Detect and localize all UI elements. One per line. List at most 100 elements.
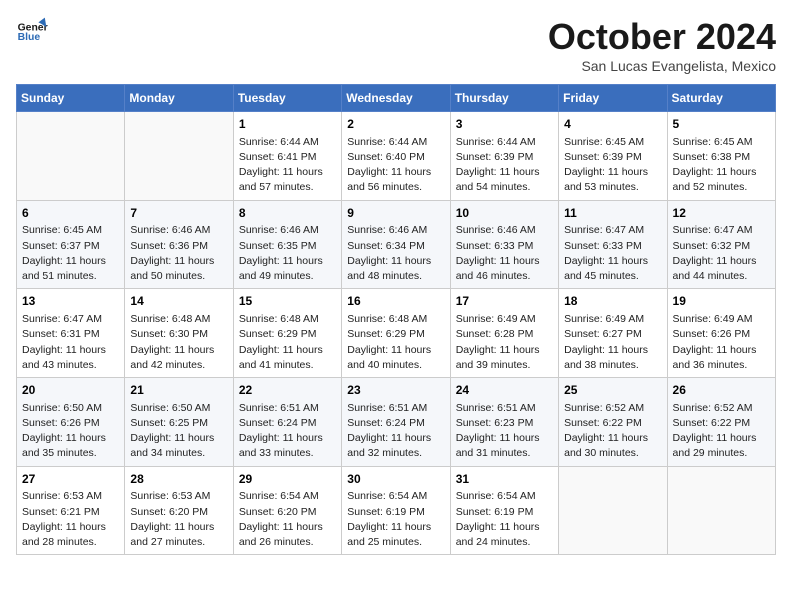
day-info: Sunrise: 6:50 AM Sunset: 6:26 PM Dayligh…: [22, 401, 119, 462]
calendar-cell: 31Sunrise: 6:54 AM Sunset: 6:19 PM Dayli…: [450, 466, 558, 555]
day-number: 13: [22, 293, 119, 310]
calendar-cell: [125, 112, 233, 201]
day-number: 21: [130, 382, 227, 399]
calendar-cell: 27Sunrise: 6:53 AM Sunset: 6:21 PM Dayli…: [17, 466, 125, 555]
day-info: Sunrise: 6:45 AM Sunset: 6:39 PM Dayligh…: [564, 135, 661, 196]
day-number: 11: [564, 205, 661, 222]
day-info: Sunrise: 6:53 AM Sunset: 6:20 PM Dayligh…: [130, 489, 227, 550]
day-number: 15: [239, 293, 336, 310]
day-info: Sunrise: 6:48 AM Sunset: 6:29 PM Dayligh…: [347, 312, 444, 373]
week-row-3: 13Sunrise: 6:47 AM Sunset: 6:31 PM Dayli…: [17, 289, 776, 378]
day-number: 27: [22, 471, 119, 488]
logo: General Blue: [16, 16, 48, 48]
day-number: 8: [239, 205, 336, 222]
col-thursday: Thursday: [450, 85, 558, 112]
week-row-5: 27Sunrise: 6:53 AM Sunset: 6:21 PM Dayli…: [17, 466, 776, 555]
calendar-cell: 4 Sunrise: 6:45 AM Sunset: 6:39 PM Daylig…: [559, 112, 667, 201]
day-info: Sunrise: 6:49 AM Sunset: 6:28 PM Dayligh…: [456, 312, 553, 373]
day-info: Sunrise: 6:47 AM Sunset: 6:33 PM Dayligh…: [564, 223, 661, 284]
day-info: Sunrise: 6:54 AM Sunset: 6:19 PM Dayligh…: [456, 489, 553, 550]
day-number: 4: [564, 116, 661, 133]
week-row-2: 6Sunrise: 6:45 AM Sunset: 6:37 PM Daylig…: [17, 200, 776, 289]
calendar-cell: 8Sunrise: 6:46 AM Sunset: 6:35 PM Daylig…: [233, 200, 341, 289]
calendar-body: 1Sunrise: 6:44 AM Sunset: 6:41 PM Daylig…: [17, 112, 776, 555]
day-number: 10: [456, 205, 553, 222]
calendar-cell: [559, 466, 667, 555]
day-info: Sunrise: 6:46 AM Sunset: 6:36 PM Dayligh…: [130, 223, 227, 284]
day-info: Sunrise: 6:51 AM Sunset: 6:24 PM Dayligh…: [347, 401, 444, 462]
day-info: Sunrise: 6:46 AM Sunset: 6:33 PM Dayligh…: [456, 223, 553, 284]
col-sunday: Sunday: [17, 85, 125, 112]
day-number: 5: [673, 116, 770, 133]
calendar-cell: 19Sunrise: 6:49 AM Sunset: 6:26 PM Dayli…: [667, 289, 775, 378]
calendar-cell: [17, 112, 125, 201]
day-info: Sunrise: 6:48 AM Sunset: 6:30 PM Dayligh…: [130, 312, 227, 373]
day-info: Sunrise: 6:45 AM Sunset: 6:37 PM Dayligh…: [22, 223, 119, 284]
calendar-cell: 14 Sunrise: 6:48 AM Sunset: 6:30 PM Dayli…: [125, 289, 233, 378]
day-info: Sunrise: 6:52 AM Sunset: 6:22 PM Dayligh…: [564, 401, 661, 462]
calendar-cell: 1Sunrise: 6:44 AM Sunset: 6:41 PM Daylig…: [233, 112, 341, 201]
day-number: 16: [347, 293, 444, 310]
day-number: 29: [239, 471, 336, 488]
calendar-cell: 23 Sunrise: 6:51 AM Sunset: 6:24 PM Dayli…: [342, 378, 450, 467]
location-subtitle: San Lucas Evangelista, Mexico: [548, 58, 776, 74]
day-info: Sunrise: 6:54 AM Sunset: 6:19 PM Dayligh…: [347, 489, 444, 550]
col-wednesday: Wednesday: [342, 85, 450, 112]
calendar-cell: 29Sunrise: 6:54 AM Sunset: 6:20 PM Dayli…: [233, 466, 341, 555]
day-info: Sunrise: 6:49 AM Sunset: 6:27 PM Dayligh…: [564, 312, 661, 373]
calendar-cell: 11Sunrise: 6:47 AM Sunset: 6:33 PM Dayli…: [559, 200, 667, 289]
calendar-cell: 2 Sunrise: 6:44 AM Sunset: 6:40 PM Daylig…: [342, 112, 450, 201]
day-number: 9: [347, 205, 444, 222]
calendar-cell: 30Sunrise: 6:54 AM Sunset: 6:19 PM Dayli…: [342, 466, 450, 555]
day-info: Sunrise: 6:51 AM Sunset: 6:24 PM Dayligh…: [239, 401, 336, 462]
calendar-cell: 7Sunrise: 6:46 AM Sunset: 6:36 PM Daylig…: [125, 200, 233, 289]
day-info: Sunrise: 6:44 AM Sunset: 6:41 PM Dayligh…: [239, 135, 336, 196]
calendar-cell: 5 Sunrise: 6:45 AM Sunset: 6:38 PM Daylig…: [667, 112, 775, 201]
day-number: 3: [456, 116, 553, 133]
calendar-table: Sunday Monday Tuesday Wednesday Thursday…: [16, 84, 776, 555]
col-saturday: Saturday: [667, 85, 775, 112]
calendar-cell: 3 Sunrise: 6:44 AM Sunset: 6:39 PM Daylig…: [450, 112, 558, 201]
calendar-cell: 20Sunrise: 6:50 AM Sunset: 6:26 PM Dayli…: [17, 378, 125, 467]
day-info: Sunrise: 6:51 AM Sunset: 6:23 PM Dayligh…: [456, 401, 553, 462]
calendar-cell: [667, 466, 775, 555]
calendar-cell: 21Sunrise: 6:50 AM Sunset: 6:25 PM Dayli…: [125, 378, 233, 467]
day-number: 14: [130, 293, 227, 310]
col-monday: Monday: [125, 85, 233, 112]
day-number: 18: [564, 293, 661, 310]
month-title: October 2024: [548, 16, 776, 58]
day-number: 28: [130, 471, 227, 488]
day-number: 30: [347, 471, 444, 488]
col-tuesday: Tuesday: [233, 85, 341, 112]
col-friday: Friday: [559, 85, 667, 112]
day-info: Sunrise: 6:45 AM Sunset: 6:38 PM Dayligh…: [673, 135, 770, 196]
week-row-4: 20Sunrise: 6:50 AM Sunset: 6:26 PM Dayli…: [17, 378, 776, 467]
day-number: 2: [347, 116, 444, 133]
day-info: Sunrise: 6:48 AM Sunset: 6:29 PM Dayligh…: [239, 312, 336, 373]
calendar-cell: 24 Sunrise: 6:51 AM Sunset: 6:23 PM Dayli…: [450, 378, 558, 467]
day-number: 6: [22, 205, 119, 222]
day-info: Sunrise: 6:44 AM Sunset: 6:40 PM Dayligh…: [347, 135, 444, 196]
day-number: 23: [347, 382, 444, 399]
day-number: 24: [456, 382, 553, 399]
day-info: Sunrise: 6:46 AM Sunset: 6:35 PM Dayligh…: [239, 223, 336, 284]
header-row: Sunday Monday Tuesday Wednesday Thursday…: [17, 85, 776, 112]
calendar-cell: 25 Sunrise: 6:52 AM Sunset: 6:22 PM Dayli…: [559, 378, 667, 467]
day-number: 25: [564, 382, 661, 399]
day-info: Sunrise: 6:46 AM Sunset: 6:34 PM Dayligh…: [347, 223, 444, 284]
calendar-cell: 16 Sunrise: 6:48 AM Sunset: 6:29 PM Dayli…: [342, 289, 450, 378]
day-info: Sunrise: 6:53 AM Sunset: 6:21 PM Dayligh…: [22, 489, 119, 550]
day-info: Sunrise: 6:44 AM Sunset: 6:39 PM Dayligh…: [456, 135, 553, 196]
calendar-cell: 22 Sunrise: 6:51 AM Sunset: 6:24 PM Dayli…: [233, 378, 341, 467]
calendar-cell: 18 Sunrise: 6:49 AM Sunset: 6:27 PM Dayli…: [559, 289, 667, 378]
calendar-cell: 12Sunrise: 6:47 AM Sunset: 6:32 PM Dayli…: [667, 200, 775, 289]
day-number: 22: [239, 382, 336, 399]
calendar-cell: 13Sunrise: 6:47 AM Sunset: 6:31 PM Dayli…: [17, 289, 125, 378]
calendar-cell: 28Sunrise: 6:53 AM Sunset: 6:20 PM Dayli…: [125, 466, 233, 555]
day-number: 19: [673, 293, 770, 310]
day-info: Sunrise: 6:47 AM Sunset: 6:32 PM Dayligh…: [673, 223, 770, 284]
day-number: 31: [456, 471, 553, 488]
logo-icon: General Blue: [16, 16, 48, 48]
day-number: 26: [673, 382, 770, 399]
svg-text:Blue: Blue: [18, 32, 41, 43]
